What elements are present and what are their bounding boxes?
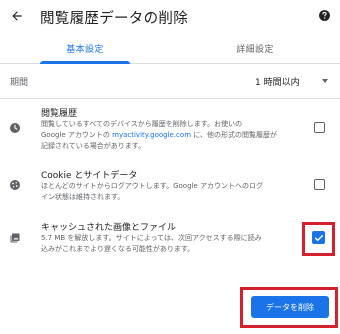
cookies-description: ほとんどのサイトからログアウトします。Google アカウントへのログ イン状態… (41, 181, 299, 203)
help-icon (318, 9, 330, 21)
dropdown-arrow-icon (322, 79, 328, 83)
description-line: Google アカウントの myactivity.google.com に、他の… (41, 130, 299, 141)
myactivity-link[interactable]: myactivity.google.com (112, 131, 191, 139)
cookies-title: Cookie とサイトデータ (41, 171, 138, 181)
image-icon (9, 232, 21, 244)
description-text: Google アカウントの (41, 131, 113, 139)
browsing-history-description: 閲覧しているすべてのデバイスから履歴を削除します。お使いの Google アカウ… (41, 119, 299, 152)
delete-data-button[interactable]: データを削除 (251, 296, 329, 318)
clock-icon (9, 122, 21, 134)
cached-images-title: キャッシュされた画像とファイル (41, 223, 177, 233)
browsing-history-title: 閲覧履歴 (41, 109, 78, 119)
cached-images-option[interactable]: キャッシュされた画像とファイル 5.7 MB を解放します。サイトによっては、次… (0, 219, 340, 263)
description-line: 込みがこれまでより遅くなる可能性があります。 (41, 245, 195, 253)
cookie-icon (9, 179, 21, 191)
page-title: 閲覧履歴データの削除 (40, 11, 188, 27)
cached-images-description: 5.7 MB を解放します。サイトによっては、次回アクセスする際に読み 込みがこ… (41, 233, 299, 255)
description-text: に、他の形式の閲覧履歴が (191, 131, 278, 139)
tab-basic-settings[interactable]: 基本設定 (0, 34, 170, 63)
dialog-header: 閲覧履歴データの削除 (0, 0, 340, 34)
cookies-checkbox[interactable] (314, 179, 325, 190)
cookies-option[interactable]: Cookie とサイトデータ ほとんどのサイトからログアウトします。Google… (0, 166, 340, 212)
time-range-dropdown[interactable]: 1 時間以内 (250, 70, 330, 92)
checkbox-highlight-box (302, 222, 335, 256)
time-range-value: 1 時間以内 (255, 78, 300, 88)
help-button[interactable] (317, 8, 331, 22)
arrow-back-icon (12, 11, 22, 21)
description-line: 記録されている場合があります。 (41, 142, 146, 150)
time-range-label: 期間 (10, 78, 29, 88)
divider (0, 98, 340, 99)
description-line: ほとんどのサイトからログアウトします。Google アカウントへのログ (41, 182, 263, 190)
back-button[interactable] (6, 5, 28, 27)
time-range-row: 期間 1 時間以内 (0, 64, 340, 98)
description-line: 閲覧しているすべてのデバイスから履歴を削除します。お使いの (41, 120, 243, 128)
browsing-history-checkbox[interactable] (314, 122, 325, 133)
browsing-history-option[interactable]: 閲覧履歴 閲覧しているすべてのデバイスから履歴を削除します。お使いの Googl… (0, 104, 340, 160)
tab-bar: 基本設定 詳細設定 (0, 34, 340, 64)
description-line: 5.7 MB を解放します。サイトによっては、次回アクセスする際に読み (41, 234, 262, 242)
description-line: イン状態は維持されます。 (41, 193, 125, 201)
tab-advanced-settings[interactable]: 詳細設定 (170, 34, 340, 63)
